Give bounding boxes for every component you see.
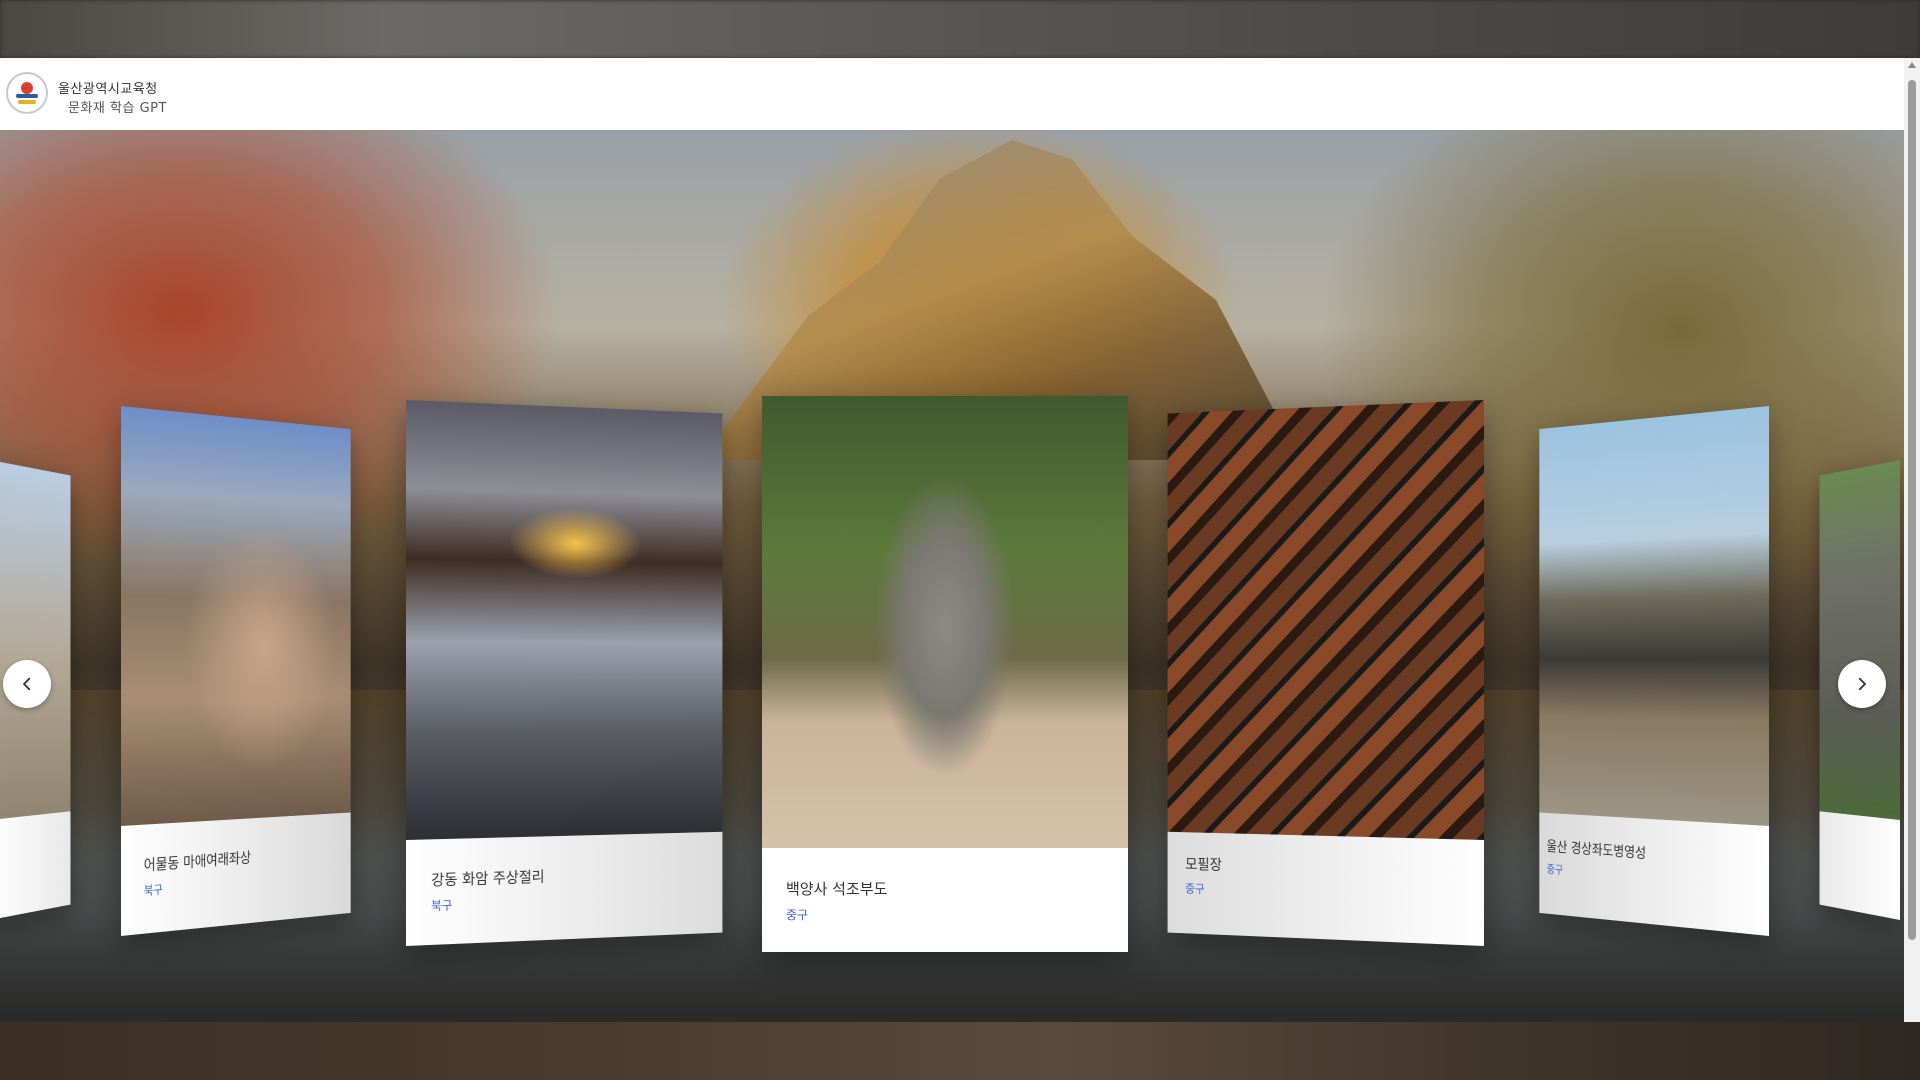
- page-scrollbar[interactable]: [1904, 58, 1920, 1022]
- scrollbar-thumb[interactable]: [1908, 80, 1916, 940]
- scroll-up-arrow-icon[interactable]: [1908, 62, 1916, 68]
- chevron-right-icon: [1858, 677, 1866, 691]
- heritage-card-active[interactable]: 백양사 석조부도 중구: [762, 396, 1128, 952]
- site-header: 울산광역시교육청 문화재 학습 GPT: [0, 58, 1904, 130]
- browser-page: 울산광역시교육청 문화재 학습 GPT 어물동 마애여래좌상 북구 강동 화암 …: [0, 58, 1920, 1022]
- chevron-left-icon: [23, 677, 31, 691]
- heritage-card[interactable]: 모필장 중구: [1167, 400, 1484, 946]
- education-office-logo-icon[interactable]: [6, 72, 48, 114]
- heritage-district: 중구: [1546, 862, 1564, 877]
- heritage-title: 어물동 마애여래좌상: [143, 848, 252, 875]
- heritage-title: 울산 경상좌도병영성: [1546, 837, 1647, 862]
- heritage-photo: [121, 406, 351, 826]
- carousel-prev-button[interactable]: [3, 660, 51, 708]
- heritage-card[interactable]: 울산 경상좌도병영성 중구: [1539, 406, 1769, 936]
- bottom-backdrop: [0, 1022, 1920, 1080]
- heritage-district: 중구: [786, 908, 809, 922]
- heritage-district: 북구: [143, 882, 163, 899]
- heritage-photo: [1819, 460, 1900, 820]
- heritage-photo: [1539, 406, 1769, 826]
- heritage-card[interactable]: 강동 화암 주상절리 북구: [406, 400, 723, 946]
- heritage-photo: [1167, 400, 1484, 840]
- heritage-card[interactable]: 어물동 마애여래좌상 북구: [121, 406, 351, 936]
- heritage-title: 백양사 석조부도: [786, 880, 888, 898]
- heritage-photo: [0, 460, 71, 820]
- organization-name: 울산광역시교육청: [58, 82, 158, 97]
- heritage-photo: [762, 396, 1128, 848]
- heritage-district: 북구: [431, 898, 453, 914]
- heritage-photo: [406, 400, 723, 840]
- hero-background: 어물동 마애여래좌상 북구 강동 화암 주상절리 북구 백양사 석조부도 중구 …: [0, 130, 1904, 1022]
- top-backdrop: [0, 0, 1920, 58]
- carousel-next-button[interactable]: [1838, 660, 1886, 708]
- service-name: 문화재 학습 GPT: [68, 101, 167, 116]
- heritage-title: 모필장: [1185, 855, 1222, 874]
- heritage-district: 중구: [1185, 881, 1205, 896]
- heritage-title: 강동 화암 주상절리: [431, 867, 545, 890]
